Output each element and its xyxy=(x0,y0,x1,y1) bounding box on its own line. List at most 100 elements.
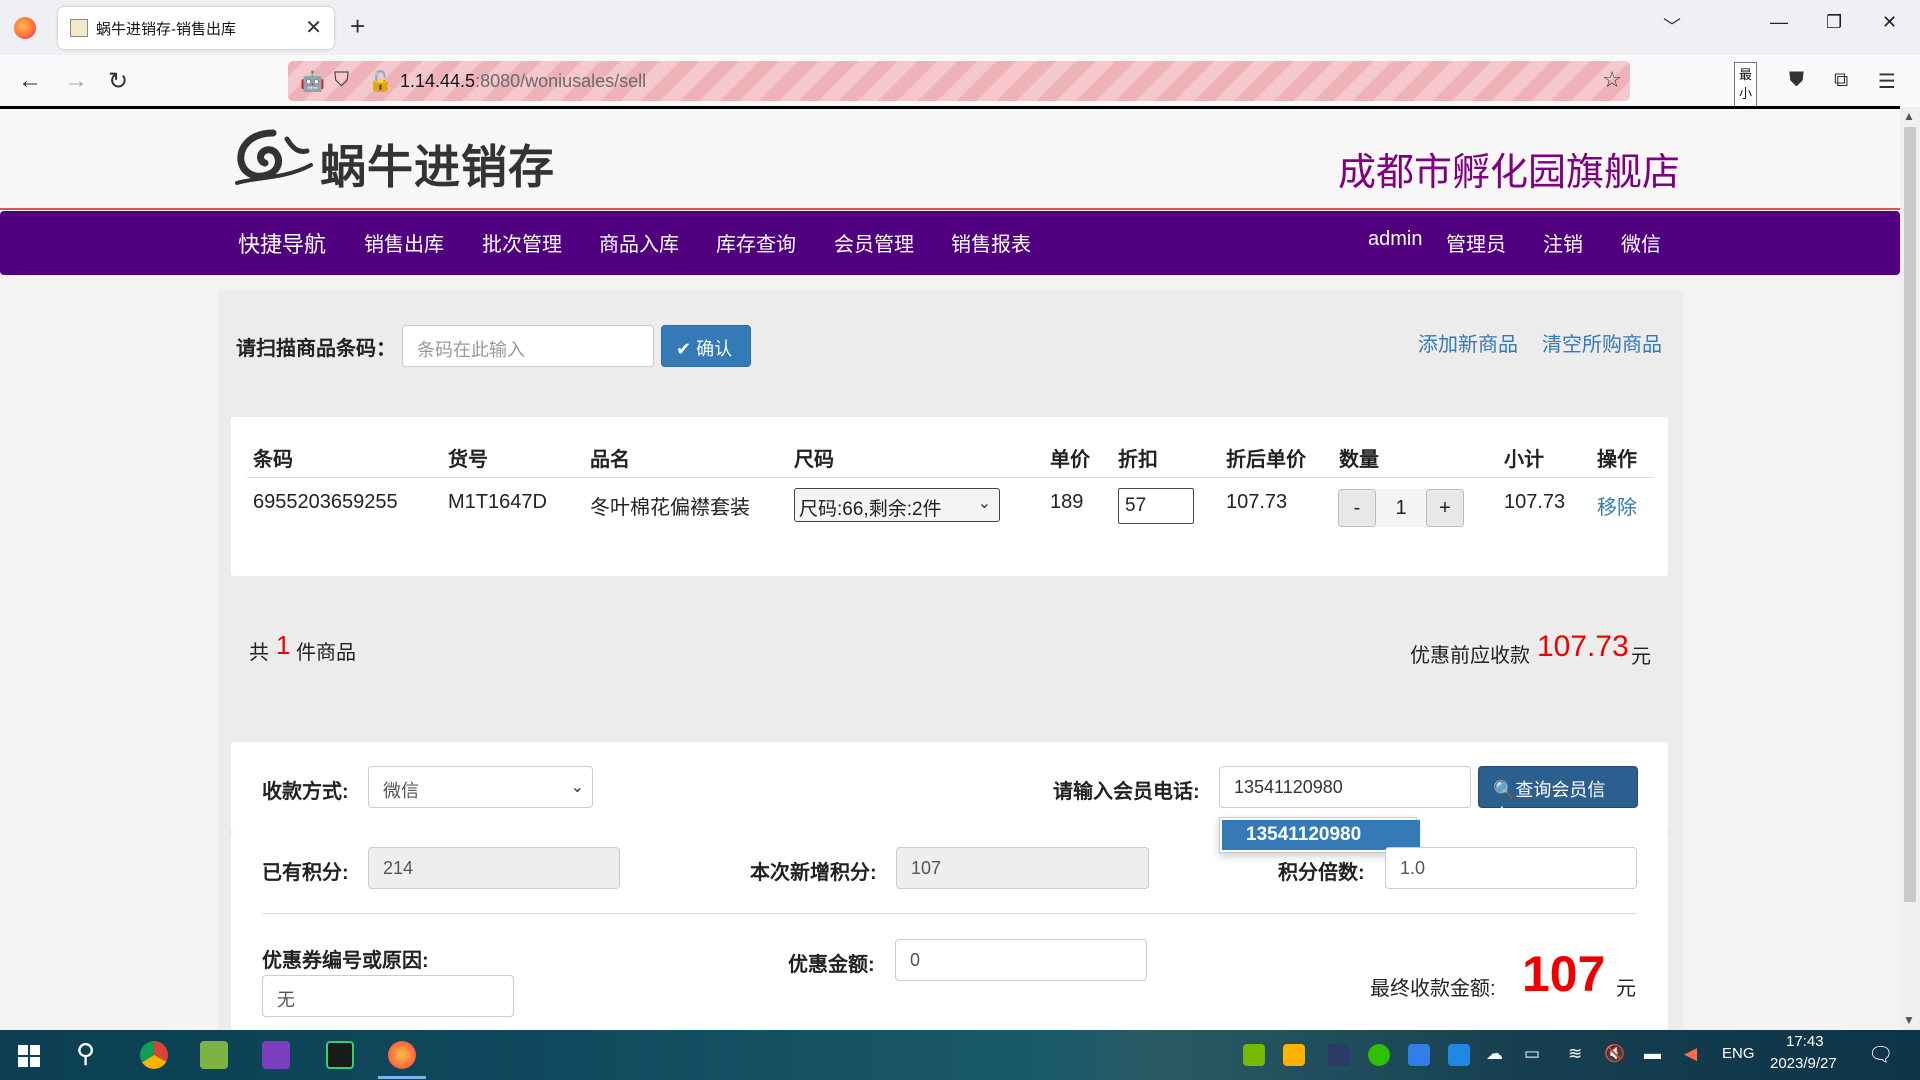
list-tabs-chevron-icon[interactable]: ﹀ xyxy=(1663,13,1681,39)
table-header-divider xyxy=(247,477,1654,478)
windows-taskbar: ⚲ ☁ ▭ ≋ 🔇 ▬ ◀ ENG 17:43 2023/9/27 🗨 xyxy=(0,1030,1920,1080)
url-bar[interactable]: 🤖 ⛉ 🔓 1.14.44.5:8080/woniusales/sell 最小化… xyxy=(288,61,1758,123)
menu-icon[interactable]: ☰ xyxy=(1878,69,1896,94)
clock-time[interactable]: 17:43 xyxy=(1786,1033,1824,1050)
item-count: 1 xyxy=(276,630,291,660)
coupon-input[interactable]: 无 xyxy=(262,975,514,1017)
firefox-taskbar-icon[interactable] xyxy=(388,1041,416,1069)
remove-link[interactable]: 移除 xyxy=(1597,491,1637,520)
notification-icon[interactable]: 🗨 xyxy=(1868,1042,1893,1067)
vertical-scrollbar[interactable]: ▲ ▼ xyxy=(1900,107,1920,1030)
url-text[interactable]: 1.14.44.5:8080/woniusales/sell xyxy=(400,71,646,92)
qty-minus-button[interactable]: - xyxy=(1338,489,1376,527)
tray-app-icon[interactable] xyxy=(1448,1044,1470,1066)
autocomplete-option[interactable]: 13541120980 xyxy=(1222,820,1420,850)
points-label: 已有积分: xyxy=(262,862,349,884)
chevron-down-icon: ⌄ xyxy=(570,779,584,796)
payment-method-select[interactable]: 微信 ⌄ xyxy=(368,766,593,808)
discount-amount-input[interactable]: 0 xyxy=(895,939,1147,981)
forward-arrow-icon[interactable]: → xyxy=(64,67,88,95)
volume-mute-icon[interactable]: 🔇 xyxy=(1604,1044,1625,1064)
reload-icon[interactable]: ↻ xyxy=(108,67,128,96)
windows-start-icon[interactable] xyxy=(18,1045,40,1067)
row-barcode: 6955203659255 xyxy=(253,491,398,513)
nav-logout[interactable]: 注销 xyxy=(1543,228,1583,257)
clear-products-link[interactable]: 清空所购商品 xyxy=(1542,328,1662,357)
new-points-input[interactable]: 107 xyxy=(896,847,1149,889)
store-name: 成都市孵化园旗舰店 xyxy=(1337,152,1680,194)
window-restore-icon[interactable]: ❐ xyxy=(1826,12,1842,33)
shield-icon[interactable]: ⛉ xyxy=(334,69,349,92)
search-icon[interactable]: ⚲ xyxy=(76,1038,95,1069)
confirm-button[interactable]: ✔ 确认 xyxy=(661,325,751,367)
tray-app-icon[interactable] xyxy=(1283,1044,1305,1066)
points-input[interactable]: 214 xyxy=(368,847,620,889)
firefox-icon[interactable] xyxy=(14,17,36,39)
nav-item-reports[interactable]: 销售报表 xyxy=(951,228,1031,257)
back-arrow-icon[interactable]: ← xyxy=(18,67,42,95)
final-amount: 107 xyxy=(1522,946,1606,1002)
battery-icon[interactable]: ▬ xyxy=(1644,1044,1661,1064)
speaker-icon[interactable]: ◀ xyxy=(1684,1044,1697,1064)
nav-item-batch[interactable]: 批次管理 xyxy=(482,228,562,257)
col-size: 尺码 xyxy=(794,449,834,471)
browser-tab[interactable]: 蜗牛进销存-销售出库 ✕ xyxy=(58,7,334,49)
nav-user[interactable]: admin xyxy=(1368,228,1422,251)
barcode-placeholder: 条码在此输入 xyxy=(417,340,525,360)
bookmark-star-icon[interactable]: ☆ xyxy=(1602,67,1622,93)
nav-item-members[interactable]: 会员管理 xyxy=(834,228,914,257)
final-amount-unit: 元 xyxy=(1616,978,1636,1000)
tab-title: 蜗牛进销存-销售出库 xyxy=(96,21,236,38)
multiplier-input[interactable]: 1.0 xyxy=(1385,847,1637,889)
qty-input[interactable]: 1 xyxy=(1376,489,1426,527)
pycharm-icon[interactable] xyxy=(326,1041,354,1069)
size-select[interactable]: 尺码:66,剩余:2件 ⌄ xyxy=(794,488,1000,522)
nav-wechat[interactable]: 微信 xyxy=(1621,228,1661,257)
chevron-down-icon: ⌄ xyxy=(977,495,991,512)
url-host: 1.14.44.5 xyxy=(400,71,476,91)
tab-close-icon[interactable]: ✕ xyxy=(305,15,322,40)
query-member-button[interactable]: 🔍查询会员信息 xyxy=(1478,766,1638,826)
wechat-icon[interactable] xyxy=(1368,1044,1390,1066)
payment-method-value: 微信 xyxy=(383,781,419,801)
nav-brand[interactable]: 快捷导航 xyxy=(238,227,326,259)
nav-item-inventory[interactable]: 库存查询 xyxy=(716,228,796,257)
row-discounted-price: 107.73 xyxy=(1226,491,1288,513)
tab-favicon-icon xyxy=(70,19,88,37)
url-path: :8080/woniusales/sell xyxy=(475,71,647,91)
clock-date[interactable]: 2023/9/27 xyxy=(1770,1055,1837,1072)
scrollbar-thumb[interactable] xyxy=(1904,127,1916,902)
chrome-icon[interactable] xyxy=(140,1041,168,1069)
onenote-icon[interactable] xyxy=(262,1041,290,1069)
add-new-product-link[interactable]: 添加新商品 xyxy=(1418,328,1518,357)
scroll-down-icon[interactable]: ▼ xyxy=(1903,1013,1915,1027)
window-close-icon[interactable]: ✕ xyxy=(1882,12,1897,33)
row-subtotal: 107.73 xyxy=(1504,491,1566,513)
search-icon: 🔍 xyxy=(1493,780,1516,800)
qty-plus-button[interactable]: + xyxy=(1426,489,1464,527)
nav-item-sell[interactable]: 销售出库 xyxy=(364,228,444,257)
nvidia-icon[interactable] xyxy=(1243,1044,1265,1066)
pocket-icon[interactable]: ⛊ xyxy=(1789,69,1804,92)
onedrive-icon[interactable]: ☁ xyxy=(1486,1044,1503,1064)
barcode-input[interactable]: 条码在此输入 xyxy=(402,325,654,367)
nav-role[interactable]: 管理员 xyxy=(1446,228,1506,257)
insecure-lock-icon[interactable]: 🔓 xyxy=(368,69,393,94)
col-qty: 数量 xyxy=(1339,449,1379,471)
discount-input[interactable]: 57 xyxy=(1118,488,1194,524)
row-name: 冬叶棉花偏襟套装 xyxy=(590,497,750,519)
nav-item-stock-in[interactable]: 商品入库 xyxy=(599,228,679,257)
extensions-icon[interactable]: ⧉ xyxy=(1834,69,1848,92)
tray-app-icon[interactable] xyxy=(1328,1044,1350,1066)
notepad-icon[interactable] xyxy=(200,1041,228,1069)
window-minimize-icon[interactable]: — xyxy=(1770,12,1788,33)
language-indicator[interactable]: ENG xyxy=(1722,1045,1755,1062)
member-phone-input[interactable]: 13541120980 xyxy=(1219,766,1471,808)
coupon-label: 优惠券编号或原因: xyxy=(262,950,429,972)
display-icon[interactable]: ▭ xyxy=(1524,1044,1540,1064)
col-sku: 货号 xyxy=(448,449,488,471)
wifi-icon[interactable]: ≋ xyxy=(1568,1044,1582,1064)
tray-app-icon[interactable] xyxy=(1408,1044,1430,1066)
new-tab-icon[interactable]: + xyxy=(350,11,365,42)
scroll-up-icon[interactable]: ▲ xyxy=(1903,109,1915,123)
